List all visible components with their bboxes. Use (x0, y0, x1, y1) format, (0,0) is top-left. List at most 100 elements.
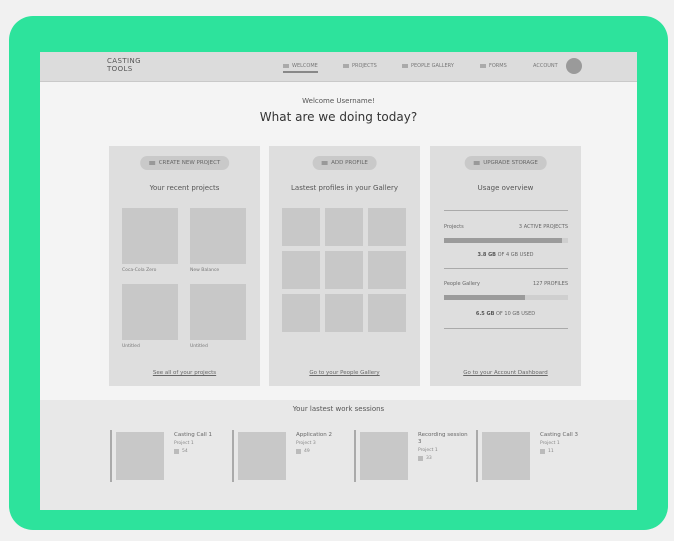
projects-usage-bar (444, 238, 568, 243)
project-thumbnail[interactable] (190, 284, 246, 340)
add-icon (148, 161, 155, 165)
session-card[interactable]: Casting Call 3 Project 1 11 (476, 430, 591, 482)
session-project: Project 1 (540, 441, 560, 446)
profile-thumbnail[interactable] (325, 251, 363, 289)
projects-usage-fill (444, 238, 562, 243)
gallery-usage-bar (444, 295, 568, 300)
session-divider (476, 430, 478, 482)
count-value: 11 (548, 449, 554, 454)
welcome-text: Welcome Username! (302, 97, 375, 105)
top-nav: CASTING TOOLS WELCOME PROJECTS PEOPLE GA… (40, 52, 637, 82)
profile-count-icon (540, 449, 545, 454)
nav-item-label: FORMS (489, 63, 507, 69)
count-value: 33 (426, 456, 432, 461)
session-project: Project 1 (418, 448, 438, 453)
button-label: UPGRADE STORAGE (483, 160, 538, 166)
session-card[interactable]: Casting Call 1 Project 1 54 (110, 430, 225, 482)
nav-item-people-gallery[interactable]: PEOPLE GALLERY (402, 63, 454, 69)
session-name: Casting Call 3 (540, 432, 579, 438)
usage-meta: 127 PROFILES (532, 281, 568, 287)
profile-thumbnail[interactable] (368, 208, 406, 246)
app-logo[interactable]: CASTING TOOLS (107, 57, 141, 73)
card-title: Usage overview (477, 184, 534, 192)
profile-count-icon (418, 456, 423, 461)
avatar[interactable] (566, 58, 582, 74)
session-thumbnail (360, 432, 408, 480)
project-thumbnail[interactable] (190, 208, 246, 264)
button-label: CREATE NEW PROJECT (158, 160, 221, 166)
divider (444, 328, 568, 329)
profile-thumbnail[interactable] (282, 294, 320, 332)
section-title: Your lastest work sessions (292, 405, 385, 413)
card-title: Lastest profiles in your Gallery (291, 184, 398, 192)
project-name[interactable]: Untitled (122, 344, 140, 349)
profile-thumbnail[interactable] (282, 208, 320, 246)
people-gallery-link[interactable]: Go to your People Gallery (269, 370, 420, 376)
people-gallery-icon (402, 64, 408, 68)
nav-item-account[interactable]: ACCOUNT (533, 63, 558, 69)
profile-thumbnail[interactable] (325, 208, 363, 246)
recent-projects-card: CREATE NEW PROJECT Your recent projects … (109, 146, 260, 386)
project-name[interactable]: New Balance (190, 268, 219, 273)
nav-item-welcome[interactable]: WELCOME (283, 63, 318, 73)
session-thumbnail (116, 432, 164, 480)
project-name[interactable]: Coca-Cola Zero (122, 268, 156, 273)
project-thumbnail[interactable] (122, 284, 178, 340)
usage-total: OF 10 GB USED (496, 311, 536, 317)
account-dashboard-link[interactable]: Go to your Account Dashboard (430, 370, 581, 376)
add-profile-button[interactable]: ADD PROFILE (312, 156, 377, 170)
logo-line-2: TOOLS (107, 65, 133, 73)
create-new-project-button[interactable]: CREATE NEW PROJECT (139, 156, 230, 170)
usage-amount: 3.8 GB (477, 252, 496, 258)
session-project: Project 3 (296, 441, 316, 446)
profile-thumbnail[interactable] (282, 251, 320, 289)
count-value: 49 (304, 449, 310, 454)
card-title: Your recent projects (149, 184, 220, 192)
session-card[interactable]: Application 2 Project 3 49 (232, 430, 347, 482)
app-screen: CASTING TOOLS WELCOME PROJECTS PEOPLE GA… (40, 52, 637, 510)
page-title: What are we doing today? (259, 110, 418, 124)
projects-usage-text: 3.8 GB OF 4 GB USED (430, 252, 581, 258)
latest-profiles-card: ADD PROFILE Lastest profiles in your Gal… (269, 146, 420, 386)
usage-label: Projects (444, 224, 464, 230)
session-name: Recording session 3 (418, 432, 468, 445)
divider (444, 210, 568, 211)
divider (444, 268, 568, 269)
session-thumbnail (238, 432, 286, 480)
upgrade-storage-button[interactable]: UPGRADE STORAGE (464, 156, 547, 170)
projects-icon (343, 64, 349, 68)
nav-item-label: PROJECTS (352, 63, 377, 69)
session-name: Application 2 (296, 432, 332, 438)
profile-thumbnail[interactable] (368, 251, 406, 289)
session-count: 54 (174, 449, 188, 454)
count-value: 54 (182, 449, 188, 454)
session-count: 11 (540, 449, 554, 454)
logo-line-1: CASTING (107, 57, 141, 65)
project-thumbnail[interactable] (122, 208, 178, 264)
usage-overview-card: UPGRADE STORAGE Usage overview Projects … (430, 146, 581, 386)
welcome-icon (283, 64, 289, 68)
session-card[interactable]: Recording session 3 Project 1 33 (354, 430, 469, 482)
profile-count-icon (296, 449, 301, 454)
gallery-usage-fill (444, 295, 525, 300)
storage-icon (473, 161, 480, 165)
nav-item-forms[interactable]: FORMS (480, 63, 507, 69)
session-name: Casting Call 1 (174, 432, 213, 438)
session-count: 33 (418, 456, 432, 461)
forms-icon (480, 64, 486, 68)
gallery-usage-text: 6.5 GB OF 10 GB USED (430, 311, 581, 317)
nav-item-label: ACCOUNT (533, 63, 558, 69)
session-divider (110, 430, 112, 482)
profile-thumbnail[interactable] (368, 294, 406, 332)
see-all-projects-link[interactable]: See all of your projects (109, 370, 260, 376)
nav-item-label: WELCOME (292, 63, 318, 69)
projects-usage-row: Projects 3 ACTIVE PROJECTS (444, 224, 568, 230)
usage-amount: 6.5 GB (475, 311, 495, 317)
usage-meta: 3 ACTIVE PROJECTS (518, 224, 568, 230)
session-count: 49 (296, 449, 310, 454)
project-name[interactable]: Untitled (190, 344, 208, 349)
profile-count-icon (174, 449, 179, 454)
session-project: Project 1 (174, 441, 194, 446)
profile-thumbnail[interactable] (325, 294, 363, 332)
nav-item-projects[interactable]: PROJECTS (343, 63, 377, 69)
